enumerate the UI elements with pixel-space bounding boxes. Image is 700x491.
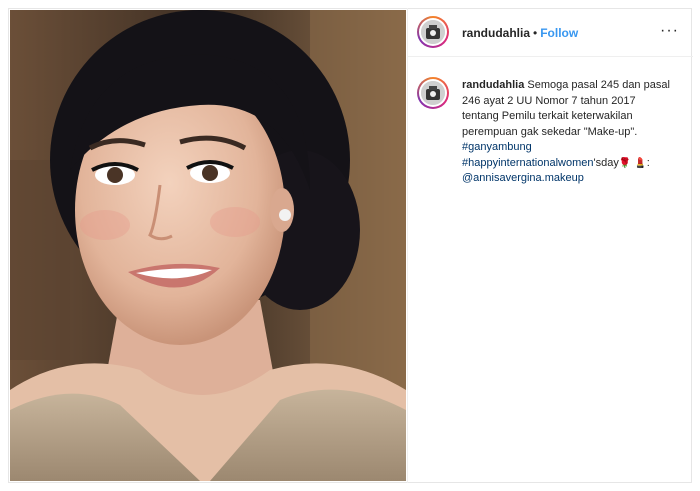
hashtag-link[interactable]: #happyinternationalwomen (462, 157, 593, 169)
header-username[interactable]: randudahlia (462, 26, 530, 40)
post-sidebar: randudahlia • Follow ··· randudahlia Semog… (407, 8, 693, 483)
header-user-line: randudahlia • Follow (462, 24, 578, 42)
profile-avatar-icon (421, 81, 445, 105)
caption-text: 'sday (593, 156, 619, 169)
separator-dot: • (533, 26, 538, 40)
mention-link[interactable]: @annisavergina.makeup (462, 172, 584, 184)
follow-button[interactable]: Follow (540, 26, 578, 40)
post-header: randudahlia • Follow ··· (408, 8, 693, 57)
post-photo[interactable] (10, 10, 406, 481)
more-options-icon[interactable]: ··· (660, 22, 679, 40)
avatar-border (419, 18, 447, 46)
hashtag-link[interactable]: #ganyambung (462, 141, 532, 153)
avatar-border (419, 79, 447, 107)
portrait-image (10, 10, 406, 481)
caption-avatar[interactable] (417, 77, 449, 109)
rose-icon: 🌹 (618, 157, 632, 169)
caption-username[interactable]: randudahlia (462, 79, 524, 91)
caption-text: : (646, 156, 650, 169)
profile-avatar-icon (421, 20, 445, 44)
lipstick-icon: 💄 (634, 157, 647, 169)
profile-avatar[interactable] (417, 16, 449, 48)
post-caption: randudahlia Semoga pasal 245 dan pasal 2… (462, 78, 672, 187)
